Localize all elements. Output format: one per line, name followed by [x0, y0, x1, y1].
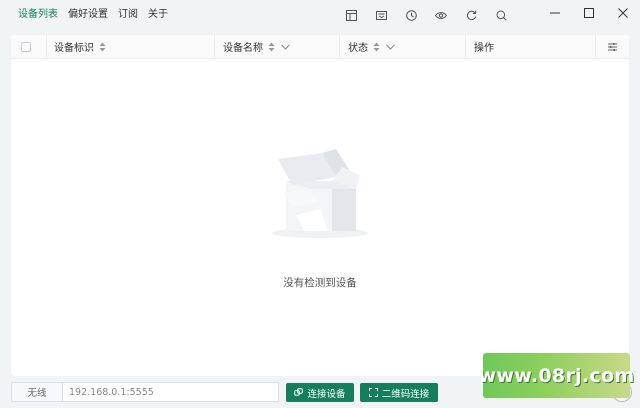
select-all-checkbox[interactable]	[21, 41, 31, 52]
inbox-icon	[375, 10, 387, 20]
menu-device-list[interactable]: 设备列表	[18, 0, 58, 30]
qr-connect-label: 二维码连接	[381, 388, 430, 400]
sort-icon[interactable]	[99, 42, 106, 52]
column-settings-icon[interactable]	[608, 42, 617, 51]
link-icon	[294, 388, 304, 396]
connect-device-button[interactable]: 连接设备	[286, 383, 354, 402]
history-button[interactable]	[396, 0, 426, 30]
window-controls	[538, 0, 640, 26]
sort-icon[interactable]	[373, 42, 380, 52]
refresh-button[interactable]	[456, 0, 486, 30]
empty-message: 没有检测到设备	[283, 277, 357, 289]
connection-mode-label: 无线	[11, 382, 62, 402]
column-label: 操作	[474, 43, 494, 54]
search-icon	[496, 10, 507, 21]
close-button[interactable]	[606, 0, 640, 26]
connect-device-label: 连接设备	[307, 388, 346, 400]
device-table: 设备标识 设备名称 状态 操作 没有检测到设备	[11, 34, 629, 376]
refresh-icon	[466, 10, 476, 20]
minimize-button[interactable]	[538, 0, 572, 26]
main-menu: 设备列表 偏好设置 订阅 关于	[0, 0, 168, 30]
column-device-name[interactable]: 设备名称	[215, 34, 340, 59]
search-button[interactable]	[486, 0, 516, 30]
menu-about[interactable]: 关于	[148, 0, 168, 30]
address-input[interactable]	[62, 382, 279, 402]
watermark-logo: www.08rj.com	[479, 353, 634, 398]
toolbar	[336, 0, 516, 30]
qr-connect-button[interactable]: 二维码连接	[360, 383, 438, 402]
column-actions: 操作	[466, 34, 596, 59]
column-label: 设备标识	[54, 43, 94, 54]
watermark-text: www.08rj.com	[478, 364, 635, 387]
view-button[interactable]	[426, 0, 456, 30]
eye-icon	[435, 11, 447, 19]
column-settings[interactable]	[596, 35, 629, 59]
clock-icon	[405, 9, 417, 21]
chevron-down-icon[interactable]	[386, 43, 395, 50]
column-label: 设备名称	[223, 43, 263, 54]
top-bar: 设备列表 偏好设置 订阅 关于	[0, 0, 640, 30]
menu-preferences[interactable]: 偏好设置	[68, 0, 108, 30]
chevron-down-icon[interactable]	[281, 43, 290, 50]
column-status[interactable]: 状态	[340, 34, 466, 59]
maximize-button[interactable]	[572, 0, 606, 26]
inbox-button[interactable]	[366, 0, 396, 30]
column-label: 状态	[348, 43, 368, 54]
menu-subscription[interactable]: 订阅	[118, 0, 138, 30]
close-icon	[618, 8, 628, 18]
scan-icon	[368, 388, 378, 397]
layout-button[interactable]	[336, 0, 366, 30]
maximize-icon	[584, 8, 594, 18]
layout-icon	[345, 9, 357, 21]
column-device-id[interactable]: 设备标识	[47, 34, 215, 59]
sort-icon[interactable]	[268, 42, 275, 52]
empty-state: 没有检测到设备	[11, 145, 629, 290]
minimize-icon	[550, 12, 560, 14]
select-all-column	[11, 34, 47, 59]
empty-box-illustration	[272, 149, 368, 238]
table-header: 设备标识 设备名称 状态 操作	[11, 34, 629, 59]
